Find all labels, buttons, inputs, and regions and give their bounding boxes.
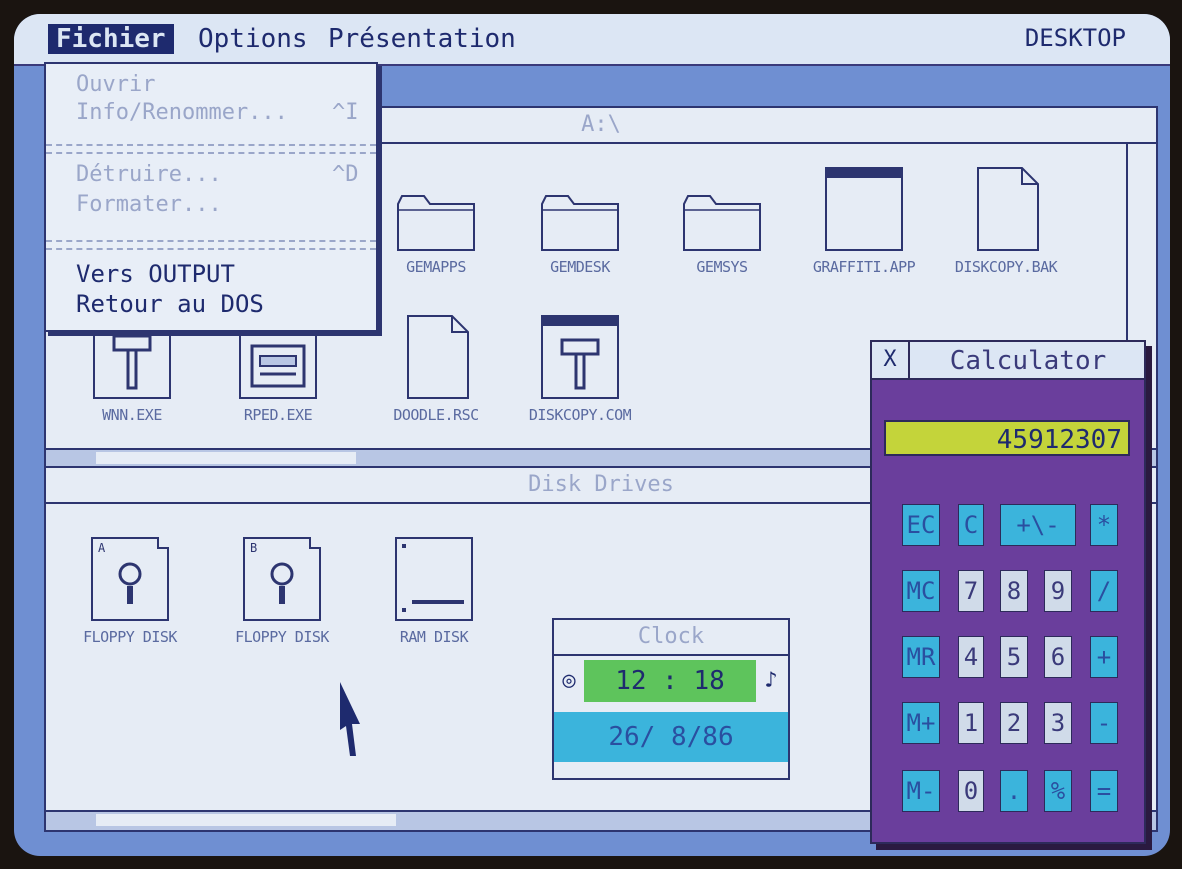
calculator-accessory: X Calculator 45912307 EC C +\- * MC 7 8 … [870,340,1146,844]
key-add[interactable]: + [1090,636,1118,678]
drive-letter-label: B [250,541,257,555]
key-c[interactable]: C [958,504,984,546]
scrollbar-thumb[interactable] [96,452,356,464]
alarm-icon[interactable]: ◎ [558,660,580,702]
floppy-disk-a[interactable]: A FLOPPY DISK [70,534,190,646]
key-divide[interactable]: / [1090,570,1118,612]
key-plus-minus[interactable]: +\- [1000,504,1076,546]
menu-separator [46,144,376,154]
key-ec[interactable]: EC [902,504,940,546]
clock-date: 26/ 8/86 [554,712,788,762]
key-percent[interactable]: % [1044,770,1072,812]
menu-item-retour-dos[interactable]: Retour au DOS [76,290,264,318]
folder-gemsys[interactable]: GEMSYS [662,190,782,276]
key-mr[interactable]: MR [902,636,940,678]
key-m-plus[interactable]: M+ [902,702,940,744]
calculator-titlebar[interactable]: X Calculator [872,342,1144,380]
icon-label: GEMSYS [696,258,748,276]
icon-label: DISKCOPY.BAK [954,258,1058,276]
menu-shortcut: ^D [332,162,359,187]
key-subtract[interactable]: - [1090,702,1118,744]
menu-item-ouvrir[interactable]: Ouvrir [76,72,155,97]
clock-accessory: Clock ◎ 12 : 18 ♪ 26/ 8/86 [552,618,790,780]
icon-label: GRAFFITI.APP [812,258,916,276]
fichier-dropdown-menu: Ouvrir Info/Renommer... ^I Détruire... ^… [44,62,378,332]
document-icon [407,315,469,399]
document-icon [977,167,1039,251]
folder-icon [541,195,619,251]
app-graffiti[interactable]: GRAFFITI.APP [804,164,924,276]
file-diskcopy-bak[interactable]: DISKCOPY.BAK [946,164,1066,276]
music-note-icon[interactable]: ♪ [760,660,782,702]
key-multiply[interactable]: * [1090,504,1118,546]
key-2[interactable]: 2 [1000,702,1028,744]
clock-title[interactable]: Clock [554,620,788,656]
menu-separator [46,240,376,250]
close-button[interactable]: X [872,342,910,378]
menu-item-vers-output[interactable]: Vers OUTPUT [76,260,235,288]
calculator-title: Calculator [949,346,1107,376]
scrollbar-thumb[interactable] [96,814,396,826]
file-doodle-rsc[interactable]: DOODLE.RSC [376,312,496,424]
application-icon [825,167,903,251]
key-6[interactable]: 6 [1044,636,1072,678]
ram-disk[interactable]: RAM DISK [374,534,494,646]
floppy-disk-icon: A [91,537,169,621]
clock-time: 12 : 18 [584,660,756,702]
key-1[interactable]: 1 [958,702,984,744]
menu-fichier[interactable]: Fichier [48,24,174,54]
floppy-disk-b[interactable]: B FLOPPY DISK [222,534,342,646]
key-4[interactable]: 4 [958,636,984,678]
menu-item-label: Détruire... [76,162,222,187]
hammer-icon [541,315,619,399]
icon-label: FLOPPY DISK [235,628,329,646]
icon-label: WNN.EXE [102,406,162,424]
menu-presentation[interactable]: Présentation [328,24,516,54]
icon-label: DOODLE.RSC [393,406,479,424]
icon-label: FLOPPY DISK [83,628,177,646]
menu-options[interactable]: Options [198,24,308,54]
calculator-display: 45912307 [884,420,1130,456]
folder-gemapps[interactable]: GEMAPPS [376,190,496,276]
mouse-pointer-icon [340,682,360,756]
drive-letter-label: A [98,541,106,555]
key-equals[interactable]: = [1090,770,1118,812]
menu-item-formater[interactable]: Formater... [76,192,222,217]
icon-label: RPED.EXE [243,406,313,424]
key-0[interactable]: 0 [958,770,984,812]
icon-label: RAM DISK [399,628,469,646]
menu-shortcut: ^I [332,100,359,125]
folder-icon [397,195,475,251]
icon-label: DISKCOPY.COM [528,406,632,424]
icon-label: GEMDESK [550,258,610,276]
key-m-minus[interactable]: M- [902,770,940,812]
menu-item-detruire[interactable]: Détruire... ^D [76,162,359,187]
key-8[interactable]: 8 [1000,570,1028,612]
icon-label: GEMAPPS [406,258,466,276]
key-mc[interactable]: MC [902,570,940,612]
ram-disk-icon [395,537,473,621]
menu-bar: Fichier Options Présentation DESKTOP [14,14,1170,66]
desktop-label[interactable]: DESKTOP [1025,24,1126,52]
key-3[interactable]: 3 [1044,702,1072,744]
key-5[interactable]: 5 [1000,636,1028,678]
menu-item-info-renommer[interactable]: Info/Renommer... ^I [76,100,359,125]
key-7[interactable]: 7 [958,570,984,612]
key-decimal[interactable]: . [1000,770,1028,812]
gem-desktop-screen: Fichier Options Présentation DESKTOP A:\… [14,14,1170,856]
program-diskcopy-com[interactable]: DISKCOPY.COM [520,312,640,424]
folder-gemdesk[interactable]: GEMDESK [520,190,640,276]
folder-icon [683,195,761,251]
floppy-disk-icon: B [243,537,321,621]
menu-item-label: Info/Renommer... [76,100,288,125]
key-9[interactable]: 9 [1044,570,1072,612]
